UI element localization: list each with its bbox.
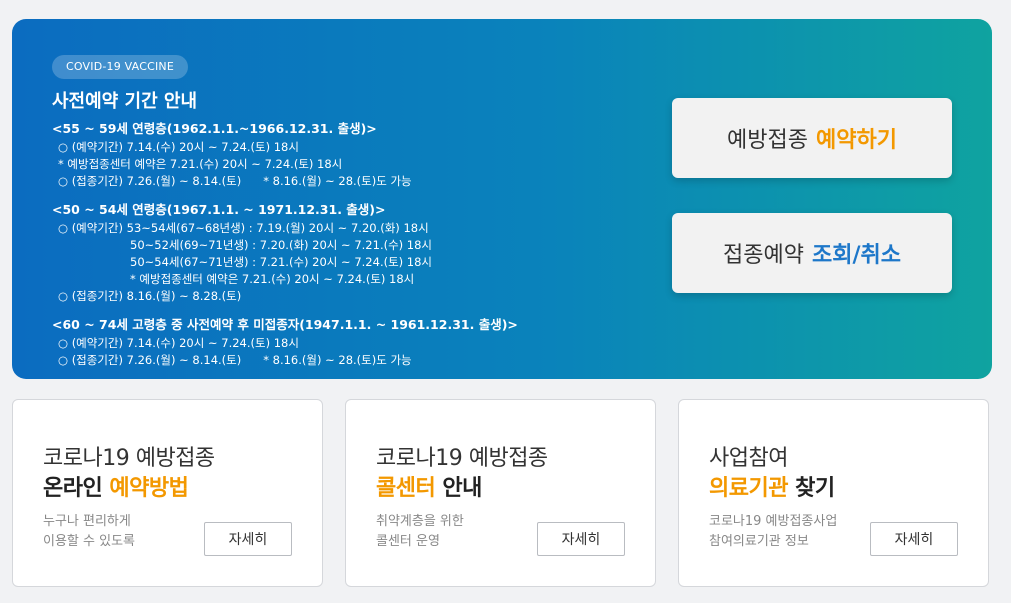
details-button-online-reservation[interactable]: 자세히 (204, 522, 292, 556)
schedule-line: * 예방접종센터 예약은 7.21.(수) 20시 ~ 7.24.(토) 18시 (58, 157, 343, 171)
schedule-group-heading: <50 ~ 54세 연령층(1967.1.1. ~ 1971.12.31. 출생… (52, 202, 386, 217)
reserve-button-accent: 예약하기 (816, 128, 897, 153)
card-description: 누구나 편리하게 이용할 수 있도록 (43, 512, 135, 552)
schedule-line-part: ○ (접종기간) 7.26.(월) ~ 8.14.(토) (58, 353, 242, 367)
details-button-medical-institution[interactable]: 자세히 (870, 522, 958, 556)
schedule-line-part: ○ (접종기간) 7.26.(월) ~ 8.14.(토) (58, 174, 242, 188)
card-title-accent: 의료기관 (709, 476, 788, 501)
page-title: 사전예약 기간 안내 (52, 91, 198, 112)
schedule-line: ○ (접종기간) 7.26.(월) ~ 8.14.(토) * 8.16.(월) ~… (52, 173, 412, 190)
inquiry-button-label: 접종예약 (723, 243, 804, 268)
reserve-vaccination-button[interactable]: 예방접종 예약하기 (672, 98, 952, 178)
schedule-group-heading: <60 ~ 74세 고령층 중 사전예약 후 미접종자(1947.1.1. ~ … (52, 317, 518, 332)
card-desc-line: 코로나19 예방접종사업 (709, 514, 838, 529)
card-title-accent: 콜센터 (376, 476, 436, 501)
card-title-line1: 사업참여 (709, 446, 788, 471)
schedule-line: ○ (접종기간) 7.26.(월) ~ 8.14.(토) * 8.16.(월) ~… (52, 352, 518, 369)
schedule-group-60-74: <60 ~ 74세 고령층 중 사전예약 후 미접종자(1947.1.1. ~ … (52, 316, 518, 369)
schedule-line: 50~54세(67~71년생) : 7.21.(수) 20시 ~ 7.24.(토… (130, 255, 433, 269)
card-desc-line: 누구나 편리하게 (43, 514, 131, 529)
card-call-center: 코로나19 예방접종 콜센터 안내 취약계층을 위한 콜센터 운영 자세히 (345, 399, 656, 587)
schedule-line-note: * 8.16.(월) ~ 28.(토)도 가능 (263, 174, 412, 188)
card-desc-line: 참여의료기관 정보 (709, 534, 809, 549)
schedule-group-heading: <55 ~ 59세 연령층(1962.1.1.~1966.12.31. 출생)> (52, 121, 377, 136)
schedule-group-55-59: <55 ~ 59세 연령층(1962.1.1.~1966.12.31. 출생)>… (52, 120, 412, 190)
covid-vaccine-badge: COVID-19 VACCINE (52, 55, 188, 79)
card-title-line2: 의료기관 찾기 (709, 470, 835, 502)
card-desc-line: 콜센터 운영 (376, 534, 440, 549)
schedule-line-note: * 8.16.(월) ~ 28.(토)도 가능 (263, 353, 412, 367)
reserve-button-label: 예방접종 (727, 128, 808, 153)
card-title-line1: 코로나19 예방접종 (43, 446, 215, 471)
card-title-line2: 콜센터 안내 (376, 470, 482, 502)
schedule-line: ○ (예약기간) 7.14.(수) 20시 ~ 7.24.(토) 18시 (58, 140, 299, 154)
card-description: 취약계층을 위한 콜센터 운영 (376, 512, 464, 552)
card-title-plain: 찾기 (787, 476, 835, 501)
details-button-call-center[interactable]: 자세히 (537, 522, 625, 556)
card-title-line1: 코로나19 예방접종 (376, 446, 548, 471)
inquiry-cancel-button[interactable]: 접종예약 조회/취소 (672, 213, 952, 293)
hero-banner: COVID-19 VACCINE 사전예약 기간 안내 <55 ~ 59세 연령… (12, 19, 992, 379)
schedule-line: 50~52세(69~71년생) : 7.20.(화) 20시 ~ 7.21.(수… (130, 238, 433, 252)
schedule-line: ○ (예약기간) 7.14.(수) 20시 ~ 7.24.(토) 18시 (58, 336, 299, 350)
card-description: 코로나19 예방접종사업 참여의료기관 정보 (709, 512, 837, 552)
card-title-plain: 안내 (435, 476, 482, 501)
card-title-accent: 예약방법 (109, 476, 189, 501)
card-title-plain: 온라인 (43, 476, 110, 501)
card-desc-line: 이용할 수 있도록 (43, 534, 135, 549)
card-find-medical-institution: 사업참여 의료기관 찾기 코로나19 예방접종사업 참여의료기관 정보 자세히 (678, 399, 989, 587)
schedule-line: ○ (접종기간) 8.16.(월) ~ 8.28.(토) (58, 289, 242, 303)
card-online-reservation: 코로나19 예방접종 온라인 예약방법 누구나 편리하게 이용할 수 있도록 자… (12, 399, 323, 587)
schedule-line: * 예방접종센터 예약은 7.21.(수) 20시 ~ 7.24.(토) 18시 (130, 272, 415, 286)
schedule-line: ○ (예약기간) 53~54세(67~68년생) : 7.19.(월) 20시 … (58, 221, 429, 235)
schedule-group-50-54: <50 ~ 54세 연령층(1967.1.1. ~ 1971.12.31. 출생… (52, 201, 432, 305)
card-desc-line: 취약계층을 위한 (376, 514, 464, 529)
card-title-line2: 온라인 예약방법 (43, 470, 189, 502)
inquiry-button-accent: 조회/취소 (811, 243, 901, 268)
